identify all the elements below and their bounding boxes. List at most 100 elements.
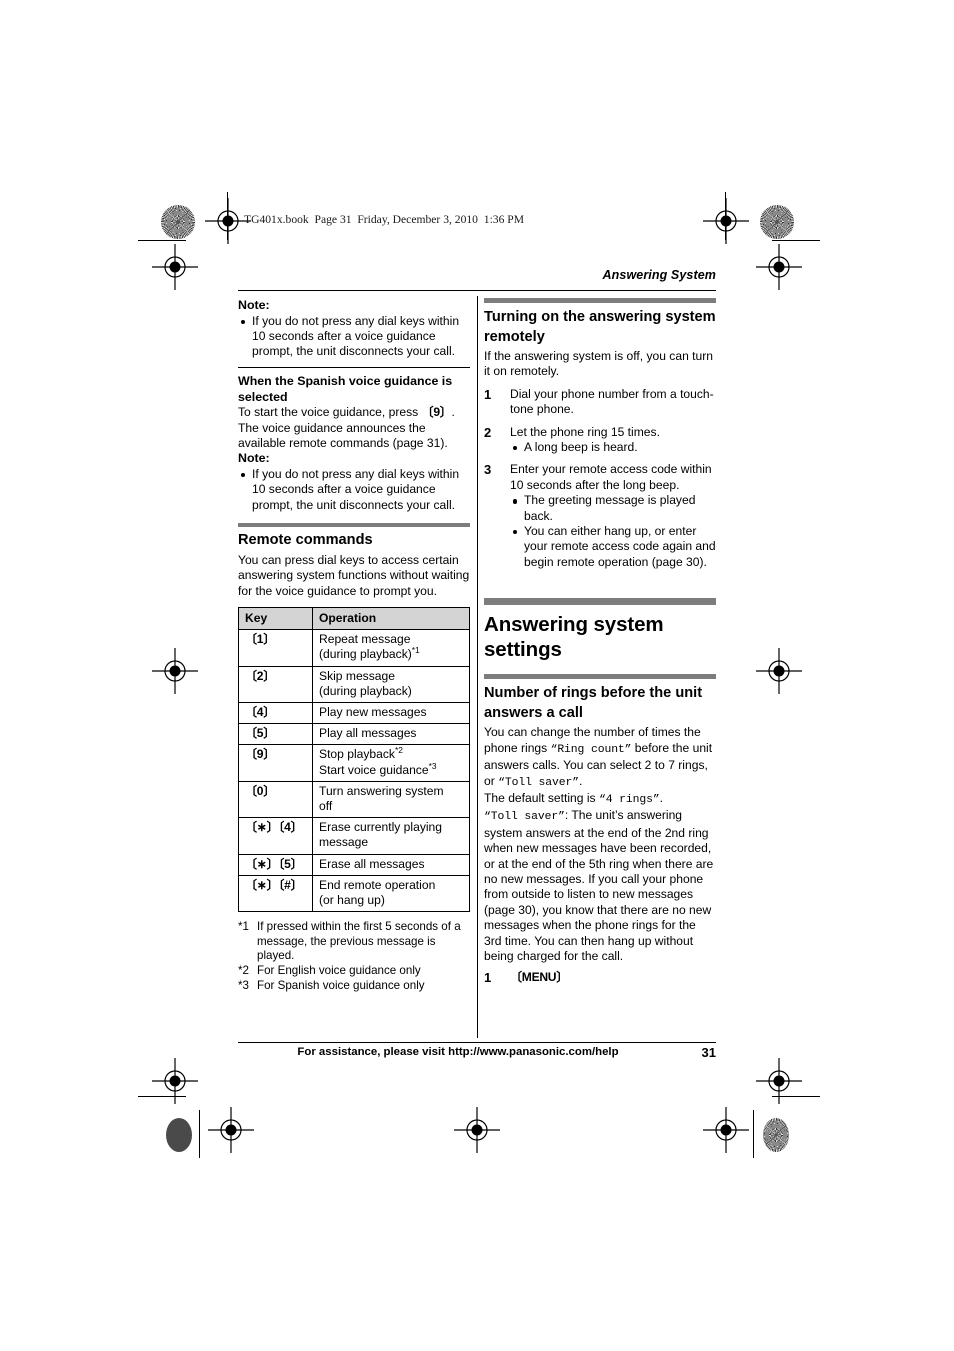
rings-paragraph-3: “Toll saver”: The unit’s answering syste… <box>484 808 716 964</box>
turning-on-intro: If the answering system is off, you can … <box>484 349 713 379</box>
note-label-1: Note: <box>238 298 270 312</box>
note-list-2: If you do not press any dial keys within… <box>238 467 470 513</box>
rings-p2-b: . <box>659 790 663 805</box>
table-row: 〔∗〕〔#〕 End remote operation (or hang up) <box>238 874 470 913</box>
table-row: 〔∗〕〔5〕 Erase all messages <box>238 853 470 876</box>
grey-rule-turning-on <box>484 298 716 303</box>
cell-operation: Play all messages <box>312 723 470 746</box>
rings-p3-text: : The unit’s answering system answers at… <box>484 808 714 963</box>
setting-default-4-rings: “4 rings” <box>598 793 660 806</box>
setting-toll-saver-2: “Toll saver” <box>484 811 565 824</box>
footnote-marker: *3 <box>238 978 249 992</box>
table-row: 〔5〕 Play all messages <box>238 723 470 746</box>
op-line: End remote operation <box>319 877 436 892</box>
op-line: message <box>319 835 369 850</box>
cell-key: 〔9〕 <box>238 744 313 782</box>
rings-paragraph-1: You can change the number of times the p… <box>484 725 716 791</box>
halftone-dot-top-left <box>161 205 195 239</box>
footnote-text: If pressed within the first 5 seconds of… <box>257 920 461 963</box>
file-slug: TG401x.book Page 31 Friday, December 3, … <box>244 213 525 226</box>
cell-key: 〔0〕 <box>238 780 313 819</box>
turning-on-heading: Turning on the answering system remotely <box>484 309 716 345</box>
op-line: Turn answering system <box>319 783 444 798</box>
rings-heading: Number of rings before the unit answers … <box>484 685 703 721</box>
halftone-dot-bottom-right <box>763 1118 789 1152</box>
divider-rule-1 <box>238 366 470 368</box>
note-bullet: If you do not press any dial keys within… <box>238 467 470 513</box>
cell-operation: Turn answering system off <box>312 780 470 819</box>
table-row: 〔1〕 Repeat message (during playback)*1 <box>238 629 470 667</box>
step-3: 3 Enter your remote access code within 1… <box>484 462 716 570</box>
footnote-marker: *1 <box>238 920 249 934</box>
column-header-operation: Operation <box>312 606 470 631</box>
footnote-text: For Spanish voice guidance only <box>257 978 425 992</box>
running-head-rule <box>238 290 716 292</box>
step-text: Enter your remote access code within 10 … <box>510 462 712 492</box>
step-1: 1 Dial your phone number from a touch-to… <box>484 387 716 418</box>
trim-line-top-right-v <box>725 192 727 240</box>
op-line: Repeat message <box>319 632 411 647</box>
spanish-body-pre: To start the voice guidance, press <box>238 405 422 420</box>
registration-mark-bottom-center <box>454 1107 500 1153</box>
table-body: 〔1〕 Repeat message (during playback)*1 〔… <box>238 629 470 913</box>
rings-paragraph-2: The default setting is “4 rings”. <box>484 791 716 808</box>
rings-p2-a: The default setting is <box>484 790 599 805</box>
running-head: Answering System <box>602 268 716 282</box>
note-bullet: If you do not press any dial keys within… <box>238 314 470 360</box>
registration-mark-bottom-left <box>208 1107 254 1153</box>
cell-operation: Skip message (during playback) <box>312 665 470 703</box>
step-bullet: A long beep is heard. <box>510 440 716 455</box>
cell-operation: Play new messages <box>312 701 470 725</box>
step-bullet: You can either hang up, or enter your re… <box>510 524 716 570</box>
halftone-dot-top-right <box>760 205 794 239</box>
op-line: Stop playback <box>319 747 395 762</box>
grey-rule-remote-commands <box>238 523 470 528</box>
step-number: 2 <box>484 424 492 440</box>
trim-line-right-h <box>772 240 820 242</box>
step-number: 1 <box>484 970 492 986</box>
footnote-item: *3 For Spanish voice guidance only <box>238 979 470 994</box>
op-line: Start voice guidance <box>319 762 429 777</box>
cell-key: 〔∗〕〔4〕 <box>238 817 313 855</box>
footnote-ref: *2 <box>394 745 403 756</box>
cell-key: 〔∗〕〔5〕 <box>238 853 313 876</box>
note-list-1: If you do not press any dial keys within… <box>238 314 470 360</box>
step-number: 1 <box>484 386 492 402</box>
grey-rule-section-title <box>484 598 716 606</box>
op-line: (during playback) <box>319 647 412 662</box>
cell-operation: Erase all messages <box>312 853 470 876</box>
ink-dot-bottom-left <box>166 1118 192 1152</box>
left-column: Note: If you do not press any dial keys … <box>238 298 470 993</box>
remote-commands-body: You can press dial keys to access certai… <box>238 552 470 598</box>
spanish-guidance-body: To start the voice guidance, press 〔9〕. … <box>238 405 470 451</box>
step-3-bullets: The greeting message is played back. You… <box>510 493 716 570</box>
footnote-item: *1 If pressed within the first 5 seconds … <box>238 920 470 964</box>
registration-mark-left-middle <box>152 648 198 694</box>
table-row: 〔4〕 Play new messages <box>238 701 470 725</box>
footnote-marker: *2 <box>238 963 249 977</box>
table-row: 〔∗〕〔4〕 Erase currently playing message <box>238 817 470 855</box>
column-header-key: Key <box>238 606 313 631</box>
footnote-list: *1 If pressed within the first 5 seconds … <box>238 920 470 993</box>
page-number: 31 <box>701 1045 716 1060</box>
op-line: off <box>319 798 333 813</box>
trim-line-left-h-lower <box>138 1096 186 1098</box>
column-divider <box>477 296 478 1038</box>
setting-toll-saver: “Toll saver” <box>498 776 579 789</box>
step-number: 3 <box>484 462 492 478</box>
key-9: 〔9〕 <box>421 405 452 420</box>
registration-mark-right-middle <box>756 648 802 694</box>
note-label-2: Note: <box>238 451 270 466</box>
assistance-text: For assistance, please visit http://www.… <box>297 1046 619 1058</box>
footnote-ref: *3 <box>428 760 437 771</box>
footnote-item: *2 For English voice guidance only <box>238 964 470 979</box>
rings-p1-c: . <box>578 773 583 788</box>
cell-operation: Stop playback*2 Start voice guidance*3 <box>312 744 470 782</box>
section-title: Answering system settings <box>484 613 664 662</box>
table-row: 〔0〕 Turn answering system off <box>238 780 470 819</box>
remote-commands-table: Key Operation 〔1〕 Repeat message (during… <box>238 606 470 913</box>
op-line: (during playback) <box>319 683 412 698</box>
trim-line-bottom-right-v <box>753 1110 755 1158</box>
setting-ring-count: “Ring count” <box>550 743 632 756</box>
remote-commands-heading: Remote commands <box>238 532 373 549</box>
